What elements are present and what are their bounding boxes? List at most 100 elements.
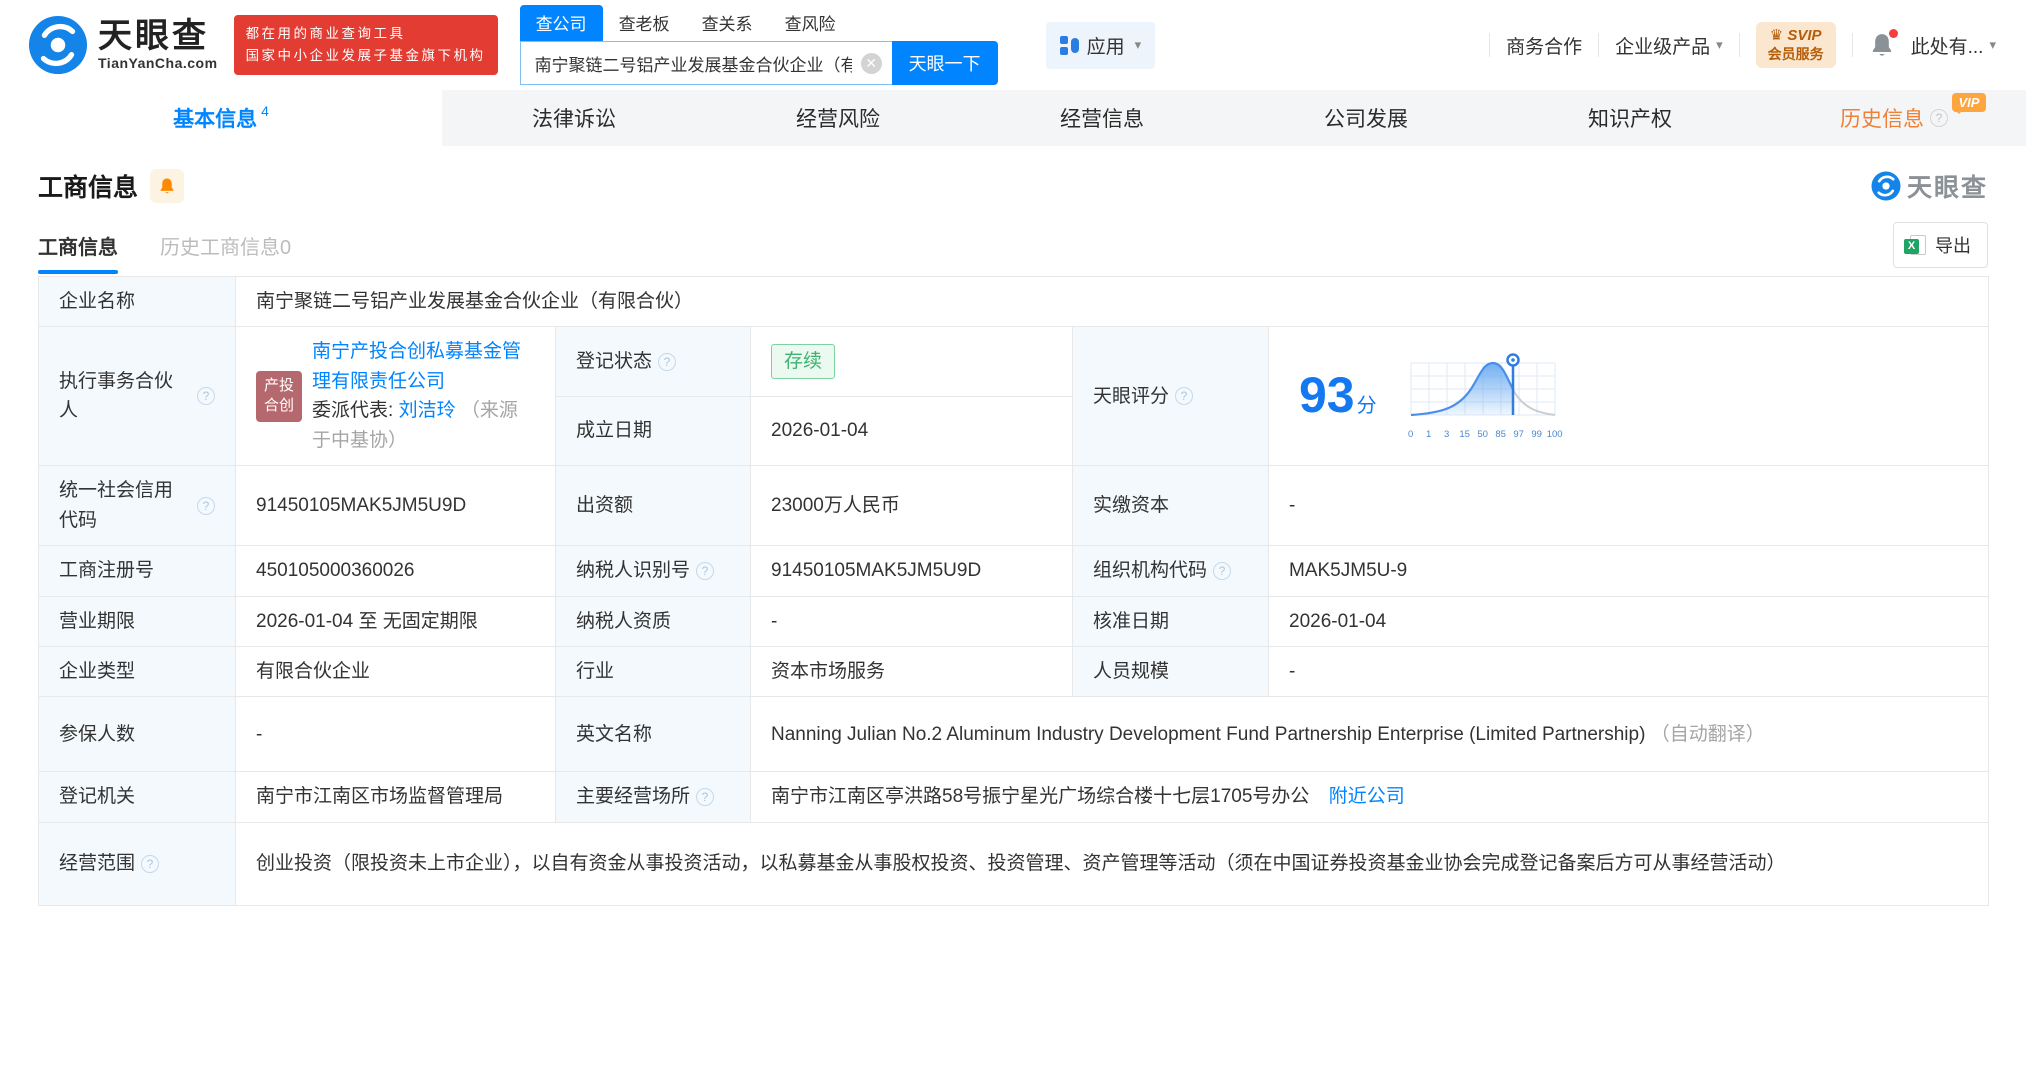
credit-code-value: 91450105MAK5JM5U9D: [235, 465, 556, 547]
excel-icon: X: [1904, 235, 1926, 255]
tab-intellectual-property[interactable]: 知识产权: [1498, 90, 1762, 146]
en-name-value: Nanning Julian No.2 Aluminum Industry De…: [749, 696, 1990, 773]
est-date-label: 成立日期: [555, 395, 751, 467]
export-button[interactable]: X 导出: [1893, 222, 1988, 268]
score-number: 93: [1299, 367, 1355, 424]
crown-icon: ♛: [1769, 26, 1784, 44]
status-label-cell: 登记状态?: [555, 326, 751, 397]
search-tab-risk[interactable]: 查风险: [769, 5, 852, 41]
user-menu[interactable]: 此处有... ▾: [1911, 32, 1996, 59]
help-icon[interactable]: ?: [1213, 561, 1232, 580]
apps-menu-button[interactable]: 应用 ▾: [1045, 21, 1156, 69]
partner-company-link[interactable]: 南宁产投合创私募基金管理有限责任公司: [312, 341, 521, 391]
paid-capital-label: 实缴资本: [1072, 465, 1269, 547]
reg-authority-label: 登记机关: [38, 771, 236, 823]
table-row: 企业类型 有限合伙企业 行业 资本市场服务 人员规模 -: [38, 645, 1990, 698]
taxpayer-quality-label: 纳税人资质: [555, 595, 751, 647]
taxpayer-id-label-cell: 纳税人识别号?: [555, 545, 751, 597]
search-tab-boss[interactable]: 查老板: [603, 5, 686, 41]
company-name-label: 企业名称: [38, 275, 236, 328]
search-input[interactable]: [519, 41, 892, 85]
help-icon[interactable]: ?: [696, 561, 715, 580]
brand-name: 天眼查: [98, 17, 209, 56]
auto-translate-note: （自动翻译）: [1650, 723, 1765, 745]
table-row: 登记机关 南宁市江南区市场监督管理局 主要经营场所? 南宁市江南区亭洪路58号振…: [38, 771, 1990, 823]
en-name-label: 英文名称: [555, 696, 751, 773]
tab-business-info[interactable]: 经营信息: [970, 90, 1234, 146]
rep-name-link[interactable]: 刘洁玲: [399, 400, 456, 421]
promo-line-2: 国家中小企业发展子基金旗下机构: [245, 48, 486, 63]
org-code-label-cell: 组织机构代码?: [1072, 545, 1269, 597]
business-coop-link[interactable]: 商务合作: [1506, 32, 1582, 59]
scope-value: 创业投资（限投资未上市企业），以自有资金从事投资活动，以私募基金从事股权投资、投…: [234, 821, 1990, 906]
chevron-down-icon: ▾: [1134, 37, 1142, 52]
address-value-cell: 南宁市江南区亭洪路58号振宁星光广场综合楼十七层1705号办公 附近公司: [749, 771, 1990, 823]
svip-member-button[interactable]: ♛ SVIP 会员服务: [1755, 21, 1836, 69]
search-button[interactable]: 天眼一下: [891, 41, 998, 85]
search-tab-relation[interactable]: 查关系: [686, 5, 769, 41]
capital-label: 出资额: [555, 465, 751, 547]
rep-label: 委派代表:: [312, 400, 394, 422]
search-tab-company[interactable]: 查公司: [519, 5, 603, 41]
table-row: 企业名称 南宁聚链二号铝产业发展基金合伙企业（有限合伙）: [38, 275, 1990, 328]
subtab-row: 工商信息 历史工商信息0 X 导出: [38, 222, 1988, 274]
tab-operation-risk[interactable]: 经营风险: [706, 90, 970, 146]
taxpayer-id-value: 91450105MAK5JM5U9D: [750, 545, 1073, 597]
tianyancha-company-page: 天眼查 TianYanCha.com 都在用的商业查询工具 国家中小企业发展子基…: [0, 0, 2026, 1078]
search-area: 查公司 查老板 查关系 查风险 ✕ 天眼一下: [519, 5, 998, 85]
term-value: 2026-01-04 至 无固定期限: [235, 595, 556, 647]
staff-size-label: 人员规模: [1072, 645, 1269, 698]
divider: [1851, 33, 1853, 57]
search-input-wrap: ✕: [519, 41, 892, 85]
enterprise-products-link[interactable]: 企业级产品 ▾: [1615, 32, 1723, 59]
term-label: 营业期限: [38, 595, 236, 647]
score-unit: 分: [1356, 395, 1377, 418]
subscribe-bell-button[interactable]: [150, 169, 185, 203]
tab-company-development[interactable]: 公司发展: [1234, 90, 1498, 146]
partner-label-cell: 执行事务合伙人?: [38, 326, 236, 467]
section-title: 工商信息: [38, 174, 139, 202]
help-icon[interactable]: ?: [197, 496, 215, 515]
est-date-value: 2026-01-04: [750, 395, 1073, 467]
help-icon[interactable]: ?: [1175, 387, 1194, 406]
partner-value-cell: 产投 合创 南宁产投合创私募基金管理有限责任公司 委派代表: 刘洁玲 （来源于中…: [235, 326, 556, 467]
help-icon[interactable]: ?: [1930, 109, 1948, 127]
score-chart-svg: [1410, 352, 1556, 416]
tab-legal-litigation[interactable]: 法律诉讼: [442, 90, 706, 146]
bell-icon: [160, 178, 174, 194]
table-row: 经营范围? 创业投资（限投资未上市企业），以自有资金从事投资活动，以私募基金从事…: [38, 821, 1990, 906]
tianyancha-swirl-icon: [28, 15, 88, 75]
tab-basic-info[interactable]: 基本信息 4: [0, 90, 442, 146]
nearby-companies-link[interactable]: 附近公司: [1329, 786, 1405, 807]
promo-line-1: 都在用的商业查询工具: [245, 25, 406, 41]
address-label-cell: 主要经营场所?: [555, 771, 751, 823]
site-logo[interactable]: 天眼查 TianYanCha.com: [28, 15, 218, 75]
clear-search-icon[interactable]: ✕: [860, 53, 882, 74]
watermark-text: 天眼查: [1906, 174, 1988, 202]
header-right: 商务合作 企业级产品 ▾ ♛ SVIP 会员服务 此处有... ▾: [1489, 21, 1996, 69]
insured-label: 参保人数: [38, 696, 236, 773]
help-icon[interactable]: ?: [696, 788, 715, 807]
username: 此处有...: [1910, 36, 1984, 58]
subtab-business-info[interactable]: 工商信息: [38, 231, 118, 274]
business-info-table: 企业名称 南宁聚链二号铝产业发展基金合伙企业（有限合伙） 执行事务合伙人? 产投…: [38, 275, 1990, 906]
main-content: 工商信息 天眼查 工商信息 历史工商信息0 X 导出 企业名称 南宁聚链二号铝产…: [0, 168, 2026, 906]
subtab-history-business-info[interactable]: 历史工商信息0: [160, 231, 291, 274]
help-icon[interactable]: ?: [197, 387, 215, 406]
help-icon[interactable]: ?: [141, 854, 160, 873]
vip-badge: VIP: [1951, 93, 1987, 114]
chevron-down-icon: ▾: [1716, 37, 1723, 52]
section-header: 工商信息 天眼查: [38, 168, 1988, 204]
basic-info-count: 4: [261, 103, 269, 119]
table-row: 统一社会信用代码? 91450105MAK5JM5U9D 出资额 23000万人…: [38, 465, 1990, 547]
divider: [1489, 33, 1491, 57]
company-type-label: 企业类型: [38, 645, 236, 698]
approve-date-label: 核准日期: [1072, 595, 1269, 647]
tab-history-info[interactable]: VIP 历史信息 ?: [1762, 90, 2026, 146]
notifications-button[interactable]: [1869, 29, 1898, 58]
table-row: 工商注册号 450105000360026 纳税人识别号? 91450105MA…: [38, 545, 1990, 597]
help-icon[interactable]: ?: [658, 352, 677, 371]
score-ticks: 0 1 3 15 50 85 97 99 100: [1407, 429, 1563, 441]
status-badge: 存续: [771, 343, 836, 380]
search-row: ✕ 天眼一下: [519, 41, 998, 85]
